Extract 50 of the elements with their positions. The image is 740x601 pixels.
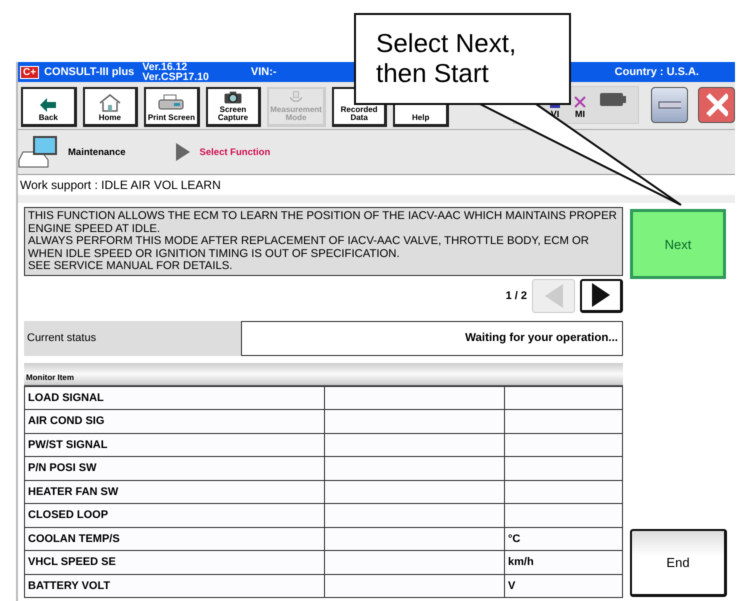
version-text: Ver.CSP17.10 <box>142 72 209 82</box>
table-cell: VHCL SPEED SE <box>24 550 324 574</box>
table-cell: CLOSED LOOP <box>24 504 324 527</box>
version-text: Ver.16.12 <box>142 62 188 72</box>
close-button[interactable] <box>698 86 736 122</box>
minimize-icon <box>658 100 682 108</box>
unit-cell: km/h <box>504 550 622 574</box>
callout-text: Select Next, <box>376 28 518 58</box>
end-button[interactable]: End <box>630 529 727 597</box>
table-cell: P/N POSI SW <box>24 456 324 480</box>
table-cell: COOLAN TEMP/S <box>24 527 324 550</box>
page-indicator: 1 / 2 <box>506 290 527 302</box>
status-label: Current status <box>26 331 98 346</box>
app-logo: C+ <box>20 66 40 78</box>
status-icon <box>550 104 560 108</box>
close-icon <box>705 92 728 118</box>
callout-text: then Start <box>376 58 490 88</box>
table-cell: PW/ST SIGNAL <box>24 433 324 456</box>
breadcrumb-current: Select Function <box>200 146 270 158</box>
unit-cell: °C <box>504 527 622 550</box>
country-text: Country : U.S.A. <box>614 66 699 78</box>
toolbar-button[interactable]: Back <box>21 87 77 127</box>
left-triangle-icon <box>544 284 562 308</box>
vin-text: VIN:- <box>250 66 277 78</box>
toolbar-button[interactable]: Home <box>82 87 138 127</box>
table-cell: HEATER FAN SW <box>24 480 324 504</box>
breadcrumb-item[interactable]: Maintenance <box>68 146 126 158</box>
unit-cell: V <box>504 574 622 598</box>
minimize-button[interactable] <box>651 86 688 122</box>
description-text: ALWAYS PERFORM THIS MODE AFTER REPLACEMENT OF IACV-AAC VALVE, THROTTLE BODY, ECM OR WHEN IDLE SPEED OR IGNITION TIMING IS OUT OF SPECIFICATION. <box>28 235 590 260</box>
house-icon <box>98 94 121 112</box>
status-value: Waiting for your operation... <box>241 320 623 356</box>
app-name: CONSULT-III plus <box>44 66 134 78</box>
play-arrow-icon <box>176 143 190 161</box>
table-cell: BATTERY VOLT <box>24 574 324 598</box>
table-header: Monitor Item <box>24 362 623 386</box>
toolbar-button[interactable]: Screen Capture <box>206 87 262 127</box>
toolbar-button[interactable]: Print Screen <box>144 87 200 127</box>
next-page-button[interactable] <box>580 278 623 312</box>
right-triangle-icon <box>592 283 610 307</box>
table-cell: LOAD SIGNAL <box>24 386 324 410</box>
back-arrow-icon <box>40 98 56 112</box>
next-button[interactable]: Next <box>630 209 726 279</box>
printer-icon <box>158 94 184 112</box>
description-text: SEE SERVICE MANUAL FOR DETAILS. <box>28 260 234 272</box>
description-text: THIS FUNCTION ALLOWS THE ECM TO LEARN THE POSITION OF THE IACV-AAC WHICH MAINTAINS PROPER ENGINE SPEED AT IDLE. <box>28 210 618 235</box>
table-cell: AIR COND SIG <box>24 410 324 433</box>
cross-icon <box>574 96 586 108</box>
indicator-label: MI <box>575 108 586 118</box>
battery-icon <box>600 92 626 106</box>
